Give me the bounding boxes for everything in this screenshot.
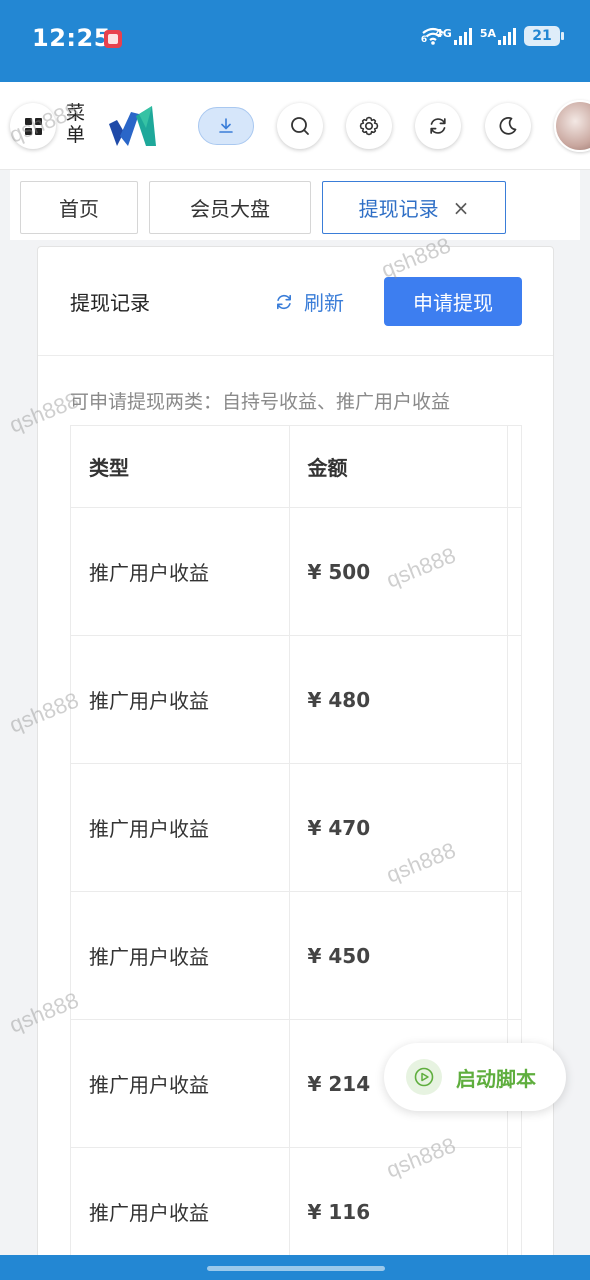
signal-5a: 5A xyxy=(480,27,516,45)
refresh-button[interactable]: 刷新 xyxy=(274,287,344,316)
settings-button[interactable] xyxy=(346,103,392,149)
grid-menu-icon xyxy=(24,117,42,135)
refresh-label: 刷新 xyxy=(304,291,344,315)
cell-overflow xyxy=(508,764,522,891)
signal-5a-label: 5A xyxy=(479,27,496,40)
apply-withdrawal-button[interactable]: 申请提现 xyxy=(384,277,522,326)
wifi-icon: 6 xyxy=(420,27,444,45)
download-button[interactable] xyxy=(198,107,254,145)
refresh-icon xyxy=(277,294,291,309)
cell-amount: ¥ 450 xyxy=(290,892,509,1019)
cell-amount: ¥ 480 xyxy=(290,636,509,763)
moon-icon xyxy=(499,117,517,135)
column-header-amount: 金额 xyxy=(290,426,509,507)
status-time: 12:25 xyxy=(32,24,111,52)
withdrawal-hint: 可申请提现两类：自持号收益、推广用户收益 xyxy=(70,391,451,413)
withdrawal-table: 类型 金额 推广用户收益 ¥ 500 推广用户收益 ¥ 480 推广用户收益 ¥… xyxy=(70,425,522,1276)
status-indicators: 6 4G 5A 21 xyxy=(420,26,564,46)
signal-4g-label: 4G xyxy=(435,27,452,40)
cell-overflow xyxy=(508,892,522,1019)
avatar[interactable] xyxy=(554,100,590,152)
card-header: 提现记录 刷新 申请提现 xyxy=(38,247,553,356)
signal-bars-icon xyxy=(498,27,516,45)
battery-icon: 21 xyxy=(524,26,564,46)
table-header-row: 类型 金额 xyxy=(71,426,522,508)
cell-overflow xyxy=(508,636,522,763)
tab-label: 首页 xyxy=(59,197,99,221)
wifi-badge: 6 xyxy=(420,35,428,45)
search-button[interactable] xyxy=(277,103,323,149)
gear-icon xyxy=(359,116,379,136)
cell-type: 推广用户收益 xyxy=(71,636,290,763)
play-icon xyxy=(406,1059,442,1095)
tab-withdrawal-records[interactable]: 提现记录 × xyxy=(322,181,506,234)
cell-amount: ¥ 500 xyxy=(290,508,509,635)
tab-bar: 首页 会员大盘 提现记录 × xyxy=(10,170,580,240)
signal-bars-icon xyxy=(453,27,472,45)
signal-4g: 4G xyxy=(435,27,472,45)
withdrawal-card: 提现记录 刷新 申请提现 可申请提现两类：自持号收益、推广用户收益 类型 金额 … xyxy=(37,246,554,1280)
search-icon xyxy=(291,117,309,135)
status-bar: 12:25 6 4G 5A 21 xyxy=(0,0,590,82)
refresh-icon xyxy=(430,118,446,134)
close-icon[interactable]: × xyxy=(453,196,470,220)
table-body: 推广用户收益 ¥ 500 推广用户收益 ¥ 480 推广用户收益 ¥ 470 推… xyxy=(71,508,522,1276)
launch-script-label: 启动脚本 xyxy=(456,1066,536,1091)
table-row: 推广用户收益 ¥ 470 xyxy=(71,764,522,892)
reload-button[interactable] xyxy=(415,103,461,149)
tab-label: 提现记录 xyxy=(358,197,439,221)
cell-amount: ¥ 470 xyxy=(290,764,509,891)
cell-overflow xyxy=(508,508,522,635)
top-navigation: 菜单 xyxy=(0,82,590,170)
tab-home[interactable]: 首页 xyxy=(20,181,138,234)
column-header-overflow xyxy=(508,426,522,507)
notification-icon xyxy=(104,30,122,48)
card-title: 提现记录 xyxy=(70,291,150,315)
cell-type: 推广用户收益 xyxy=(71,764,290,891)
column-header-type: 类型 xyxy=(71,426,290,507)
tab-label: 会员大盘 xyxy=(190,197,270,221)
system-navigation-bar xyxy=(0,1255,590,1280)
cell-type: 推广用户收益 xyxy=(71,508,290,635)
cell-type: 推广用户收益 xyxy=(71,892,290,1019)
table-row: 推广用户收益 ¥ 480 xyxy=(71,636,522,764)
grid-menu-button[interactable] xyxy=(10,103,56,149)
menu-label[interactable]: 菜单 xyxy=(66,102,88,146)
tab-member-dashboard[interactable]: 会员大盘 xyxy=(149,181,311,234)
cell-type: 推广用户收益 xyxy=(71,1020,290,1147)
table-row: 推广用户收益 ¥ 500 xyxy=(71,508,522,636)
logo xyxy=(109,106,156,146)
launch-script-button[interactable]: 启动脚本 xyxy=(384,1043,566,1111)
download-icon xyxy=(219,118,233,133)
theme-toggle-button[interactable] xyxy=(485,103,531,149)
home-indicator[interactable] xyxy=(207,1266,385,1271)
table-row: 推广用户收益 ¥ 450 xyxy=(71,892,522,1020)
